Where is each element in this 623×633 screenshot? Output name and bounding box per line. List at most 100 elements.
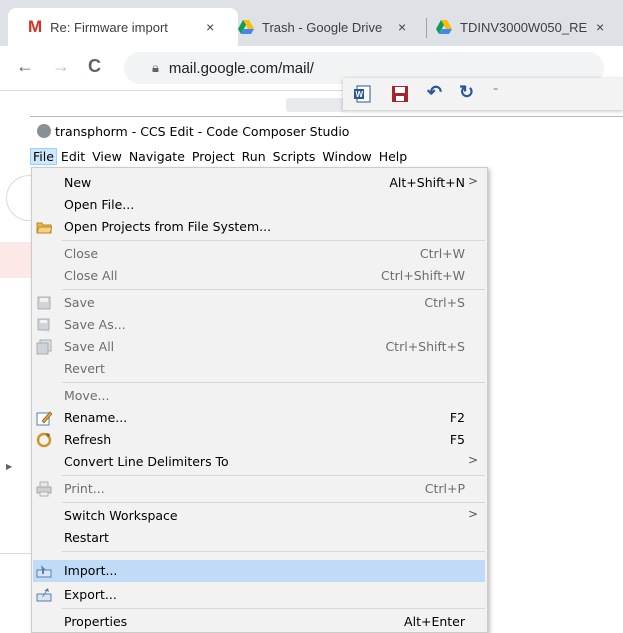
submenu-arrow-icon: > — [467, 174, 478, 188]
menu-item-shortcut: Alt+Shift+N — [389, 175, 465, 190]
menu-item-shortcut: Ctrl+S — [424, 295, 465, 310]
menu-item-label: Move... — [64, 388, 110, 403]
menu-item-label: Open Projects from File System... — [64, 219, 272, 234]
menu-item-rename[interactable]: Rename... F2 — [33, 407, 485, 429]
word-icon[interactable]: W — [353, 85, 371, 103]
menu-item-shortcut: Alt+Enter — [404, 614, 465, 629]
menu-item-label: Restart — [64, 530, 109, 545]
rename-icon — [36, 411, 52, 426]
window-title: transphorm - CCS Edit - Code Composer St… — [55, 123, 350, 139]
menu-item-print[interactable]: Print... Ctrl+P — [33, 478, 485, 500]
ccs-logo-icon — [37, 124, 51, 138]
menu-item-label: Properties — [64, 614, 128, 629]
menu-item-restart[interactable]: Restart — [33, 527, 485, 549]
menu-item-close[interactable]: Close Ctrl+W — [33, 243, 485, 265]
save-icon — [37, 296, 51, 310]
menu-item-shortcut: Ctrl+P — [424, 481, 465, 496]
background-element — [286, 98, 346, 112]
menu-item-switch-workspace[interactable]: Switch Workspace > — [33, 505, 485, 527]
inbox-highlight-background — [0, 242, 34, 278]
menu-item-shortcut: F2 — [449, 410, 465, 425]
menu-item-import[interactable]: Import... — [33, 560, 485, 582]
tab-label: Trash - Google Drive — [262, 19, 383, 35]
import-icon — [36, 565, 52, 578]
menu-item-label: Save — [64, 295, 95, 310]
menu-item-label: Switch Workspace — [64, 508, 178, 523]
url-text: mail.google.com/mail/ — [168, 59, 314, 77]
menu-view[interactable]: View — [89, 148, 125, 165]
menu-item-label: Refresh — [64, 432, 112, 447]
tab-gmail[interactable]: M Re: Firmware import × — [8, 8, 238, 46]
forward-arrow-icon[interactable]: → — [52, 56, 70, 77]
svg-text:W: W — [356, 90, 364, 99]
tab-tdinv[interactable]: TDINV3000W050_RE × — [436, 8, 623, 46]
ccs-menu-bar: File Edit View Navigate Project Run Scri… — [30, 146, 623, 166]
close-tab-icon[interactable]: × — [398, 19, 406, 35]
save-all-icon — [36, 339, 52, 355]
menu-scripts[interactable]: Scripts — [270, 148, 319, 165]
menu-item-save[interactable]: Save Ctrl+S — [33, 292, 485, 314]
tab-drive-trash[interactable]: Trash - Google Drive × — [238, 8, 418, 46]
menu-edit[interactable]: Edit — [58, 148, 88, 165]
menu-item-label: Save All — [64, 339, 115, 354]
back-arrow-icon[interactable]: ← — [16, 56, 34, 77]
menu-item-revert[interactable]: Revert — [33, 358, 485, 380]
submenu-arrow-icon: > — [467, 507, 478, 521]
redo-icon[interactable]: ↻ — [459, 82, 474, 103]
menu-separator — [62, 475, 485, 476]
menu-file[interactable]: File — [30, 147, 57, 165]
file-menu-dropdown: New Alt+Shift+N > Open File... Open Proj… — [31, 167, 488, 633]
customize-toolbar-icon[interactable]: ⁼ — [493, 86, 498, 97]
menu-help[interactable]: Help — [376, 148, 411, 165]
menu-item-shortcut: Ctrl+Shift+S — [385, 339, 465, 354]
ccs-title-bar: transphorm - CCS Edit - Code Composer St… — [30, 116, 623, 145]
menu-item-label: Save As... — [64, 317, 126, 332]
menu-item-label: Export... — [64, 587, 117, 602]
menu-separator — [62, 502, 485, 503]
lock-icon: 🔒︎ — [152, 60, 159, 75]
menu-item-save-as[interactable]: .. Save As... — [33, 314, 485, 336]
menu-separator — [62, 382, 485, 383]
menu-item-save-all[interactable]: Save All Ctrl+Shift+S — [33, 336, 485, 358]
menu-separator — [62, 240, 485, 241]
menu-separator — [62, 551, 485, 552]
menu-project[interactable]: Project — [189, 148, 238, 165]
menu-item-label: Close — [64, 246, 99, 261]
menu-item-close-all[interactable]: Close All Ctrl+Shift+W — [33, 265, 485, 287]
submenu-arrow-icon: > — [467, 453, 478, 467]
menu-item-export[interactable]: Export... — [33, 584, 485, 606]
menu-item-properties[interactable]: Properties Alt+Enter — [33, 611, 485, 633]
menu-item-shortcut: F5 — [449, 432, 465, 447]
save-as-icon: .. — [37, 318, 50, 333]
expand-arrow-icon: ▶ — [6, 462, 13, 471]
menu-separator — [62, 608, 485, 609]
export-icon — [36, 588, 52, 602]
reload-icon[interactable]: C — [88, 56, 101, 77]
menu-item-label: Convert Line Delimiters To — [64, 454, 229, 469]
menu-item-convert-line-delimiters[interactable]: Convert Line Delimiters To > — [33, 451, 485, 473]
menu-run[interactable]: Run — [239, 148, 269, 165]
menu-item-new[interactable]: New Alt+Shift+N > — [33, 172, 485, 194]
close-tab-icon[interactable]: × — [596, 19, 604, 35]
menu-item-shortcut: Ctrl+Shift+W — [381, 268, 465, 283]
svg-text:..: .. — [46, 328, 50, 333]
office-quick-access-toolbar: W ↶ ↻ ⁼ — [343, 78, 623, 110]
tab-label: TDINV3000W050_RE — [460, 19, 588, 35]
undo-icon[interactable]: ↶ — [427, 82, 442, 103]
browser-tab-strip: M Re: Firmware import × Trash - Google D… — [0, 0, 623, 46]
menu-item-label: New — [64, 175, 92, 190]
menu-item-move[interactable]: Move... — [33, 385, 485, 407]
close-tab-icon[interactable]: × — [206, 19, 214, 35]
menu-navigate[interactable]: Navigate — [126, 148, 188, 165]
menu-item-open-projects[interactable]: Open Projects from File System... — [33, 216, 485, 238]
menu-item-label: Print... — [64, 481, 105, 496]
menu-item-label: Close All — [64, 268, 118, 283]
menu-window[interactable]: Window — [319, 148, 374, 165]
menu-item-refresh[interactable]: Refresh F5 — [33, 429, 485, 451]
tab-label: Re: Firmware import — [50, 19, 168, 35]
refresh-icon — [36, 432, 52, 448]
save-icon[interactable] — [391, 85, 409, 103]
menu-item-shortcut: Ctrl+W — [419, 246, 465, 261]
printer-icon — [36, 481, 52, 497]
menu-item-open-file[interactable]: Open File... — [33, 194, 485, 216]
